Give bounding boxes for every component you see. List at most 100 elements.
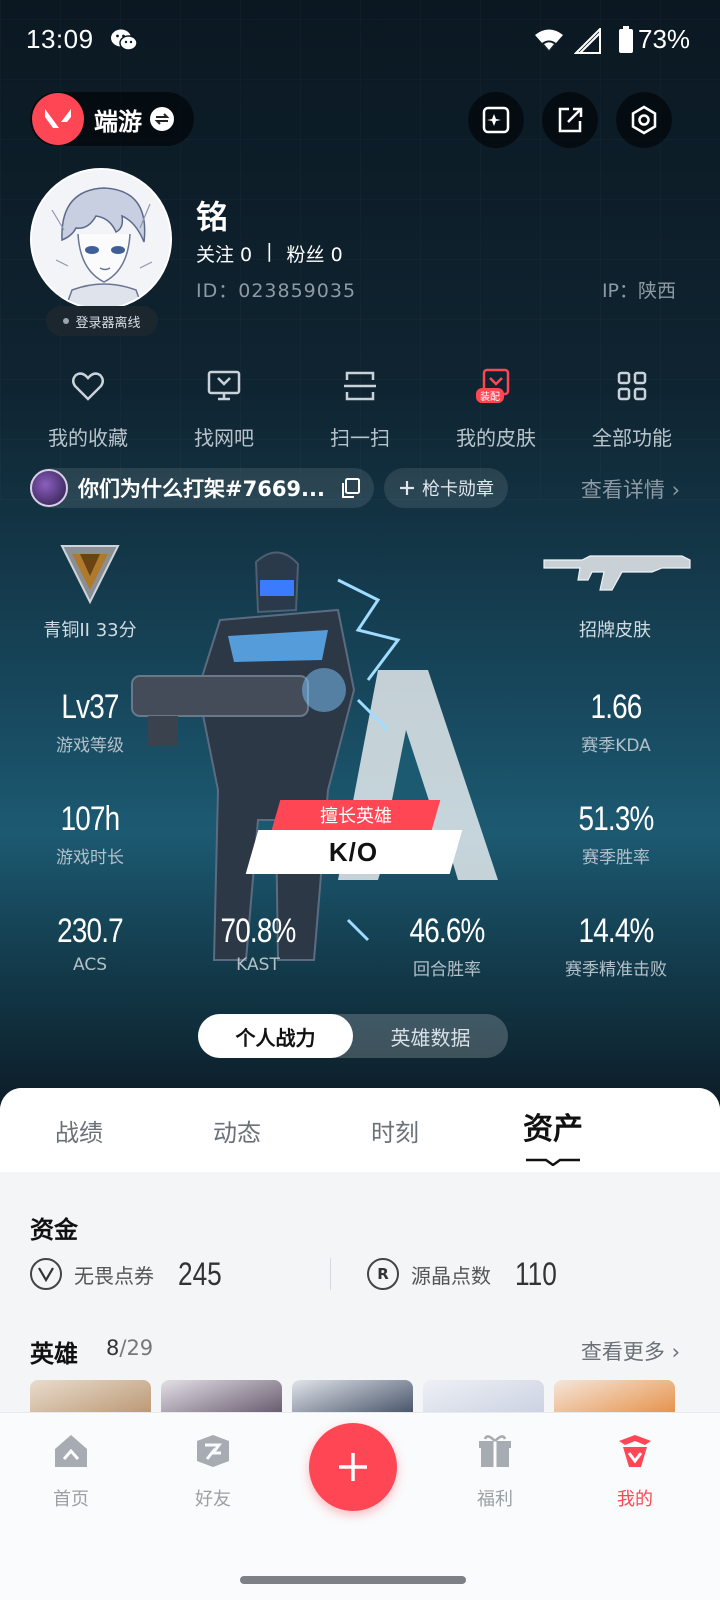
tab-feed[interactable]: 动态 [158,1113,316,1148]
signal-icon [574,28,601,54]
status-badge: 登录器离线 [46,306,158,336]
toggle-hero-data[interactable]: 英雄数据 [353,1014,508,1058]
nav-friends-label: 好友 [195,1489,231,1510]
tab-assets-label: 资产 [523,1112,583,1147]
heart-icon [72,372,104,401]
status-bar: 13:09 73% [0,0,720,80]
currency-vp-value: 245 [178,1255,222,1292]
fans-count[interactable]: 粉丝 0 [287,240,343,267]
feature-all-functions[interactable]: 全部功能 [564,366,700,451]
heroes-owned: 8 [106,1336,120,1360]
user-name: 铭 [196,198,229,236]
edit-card-button[interactable] [468,92,524,148]
feature-row: 我的收藏 找网吧 扫一扫 装配 我的皮肤 全部功能 [20,366,700,451]
stat-acs-value: 230.7 [57,912,123,950]
radianite-points-icon: R [367,1258,399,1290]
avatar[interactable] [30,168,172,310]
riot-id-chip[interactable]: 你们为什么打架#7669... [30,468,374,508]
game-switcher[interactable]: 端游 [30,92,194,146]
card-badge-button[interactable]: 枪卡勋章 [384,468,508,508]
grid-icon [617,371,647,401]
stat-winrate-value: 51.3% [578,800,655,838]
stat-kast-value: 70.8% [220,912,297,950]
best-hero-name: K/O [329,836,379,867]
feature-my-skins[interactable]: 装配 我的皮肤 [428,366,564,451]
see-more-label: 查看更多 [580,1340,665,1364]
funds-row: 无畏点券 245 R 源晶点数 110 [30,1254,690,1294]
feature-label: 我的皮肤 [456,426,536,450]
profile-header-background: 13:09 73% 端游 登录器离线 铭 关注 0 | 粉丝 0 ID：0238… [0,0,720,1110]
currency-vp: 无畏点券 245 [30,1256,330,1293]
create-post-button[interactable] [309,1423,397,1511]
stat-precision: 14.4% 赛季精准击败 [536,912,696,980]
nav-welfare[interactable]: 福利 [450,1431,540,1511]
settings-button[interactable] [616,92,672,148]
following-count[interactable]: 关注 0 [196,240,252,267]
feature-label: 我的收藏 [48,426,128,450]
share-button[interactable] [542,92,598,148]
home-icon [55,1435,87,1467]
copy-icon[interactable] [339,477,361,499]
gift-icon [479,1435,511,1467]
tab-record[interactable]: 战绩 [0,1113,158,1148]
stats-view-toggle: 个人战力 英雄数据 [198,1014,508,1058]
toggle-personal-power[interactable]: 个人战力 [198,1014,353,1058]
stat-playtime-label: 游戏时长 [56,848,124,868]
stat-level-label: 游戏等级 [56,736,124,756]
friends-icon [197,1435,229,1467]
weapon-skin-icon [543,555,691,591]
status-badge-label: 登录器离线 [75,315,141,331]
funds-divider [330,1258,331,1290]
swap-icon [150,107,174,131]
battery-percentage: 73% [638,24,691,54]
stat-winrate: 51.3% 赛季胜率 [536,800,696,868]
nav-home[interactable]: 首页 [26,1431,116,1511]
stat-round-win-value: 46.6% [409,912,486,950]
feature-label: 扫一扫 [330,426,390,450]
profile-tabs: 战绩 动态 时刻 资产 [0,1088,720,1172]
stat-kda-label: 赛季KDA [581,736,651,756]
valorant-logo-icon [32,93,84,145]
edit-card-icon [482,106,510,134]
nav-me[interactable]: 我的 [590,1431,680,1511]
chevron-right-icon: › [671,1340,680,1364]
nav-welfare-label: 福利 [477,1489,513,1510]
stat-playtime: 107h 游戏时长 [10,800,170,868]
feature-favorites[interactable]: 我的收藏 [20,366,156,451]
stat-kast: 70.8% KAST [178,912,338,975]
bottom-navigation: 首页 好友 福利 我的 [0,1412,720,1600]
plus-icon [400,481,414,495]
feature-internet-cafe[interactable]: 找网吧 [156,366,292,451]
feature-scan[interactable]: 扫一扫 [292,366,428,451]
nav-me-label: 我的 [617,1489,653,1510]
riot-avatar [30,469,68,507]
signature-skin-label: 招牌皮肤 [579,620,651,641]
stat-playtime-value: 107h [60,800,121,838]
funds-title: 资金 [30,1216,78,1244]
best-hero-name-plate[interactable]: K/O [245,830,463,874]
heroes-total: /29 [119,1336,154,1360]
settings-icon [631,105,657,135]
card-badge-label: 枪卡勋章 [422,479,494,500]
tab-moments[interactable]: 时刻 [316,1113,474,1148]
game-name: 端游 [94,107,142,136]
currency-rp-name: 源晶点数 [411,1263,491,1288]
see-more-link[interactable]: 查看更多 › [581,1336,680,1366]
status-time: 13:09 [26,24,94,54]
battery-icon [619,26,633,53]
feature-label: 全部功能 [592,426,672,450]
nav-home-label: 首页 [53,1489,89,1510]
tab-assets[interactable]: 资产 [474,1104,632,1166]
rank-label: 青铜II 33分 [43,620,137,641]
stat-level: Lv37 游戏等级 [10,688,170,756]
stat-round-win: 46.6% 回合胜率 [367,912,527,980]
view-detail-link[interactable]: 查看详情 › [581,474,680,504]
valorant-points-icon [30,1258,62,1290]
nav-friends[interactable]: 好友 [168,1431,258,1511]
heroes-title: 英雄 [30,1340,78,1368]
stat-kda: 1.66 赛季KDA [536,688,696,756]
wifi-icon [535,29,563,51]
stat-precision-label: 赛季精准击败 [565,960,667,980]
offline-dot [63,318,70,324]
best-hero-tag-text: 擅长英雄 [320,806,392,827]
